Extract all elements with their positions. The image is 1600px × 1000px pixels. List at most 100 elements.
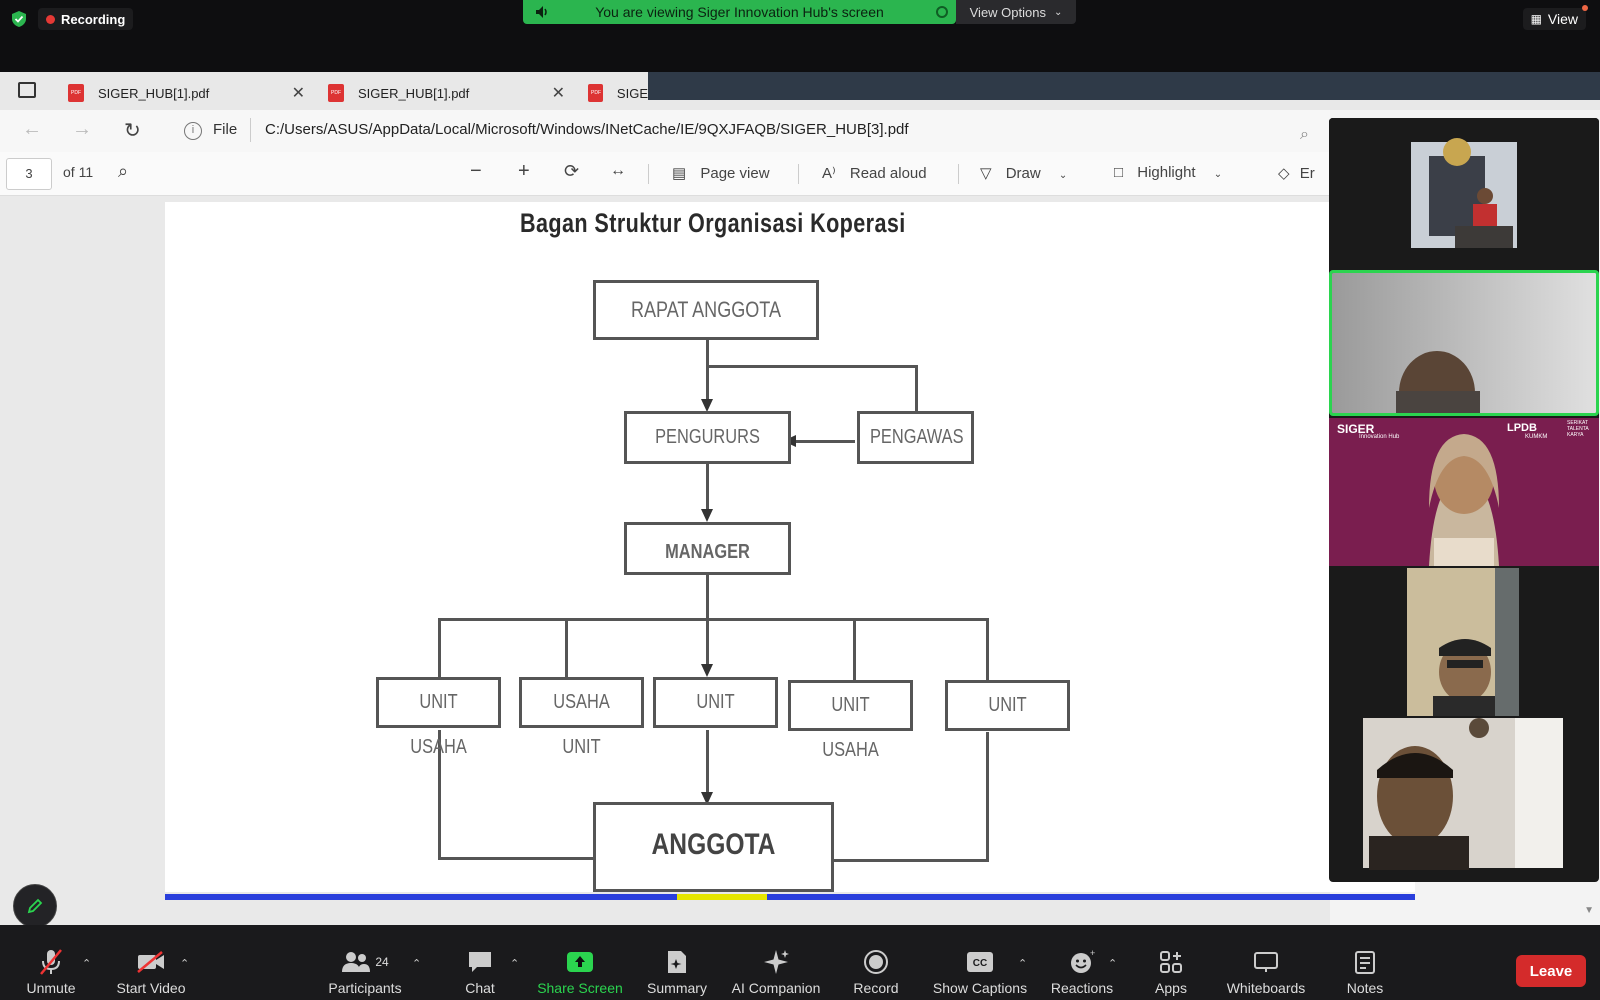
chevron-down-icon[interactable]: ⌄ — [1059, 170, 1067, 181]
whiteboards-button[interactable]: Whiteboards — [1222, 925, 1310, 1000]
view-options-label: View Options — [969, 4, 1046, 20]
video-tile[interactable]: SIGER Innovation Hub LPDB KUMKM SERIKAT … — [1329, 418, 1599, 566]
leave-button[interactable]: Leave — [1516, 955, 1586, 987]
org-box-unit: USAHA UNIT — [519, 677, 644, 758]
highlight-label: Highlight — [1137, 164, 1196, 181]
pdf-file-icon — [588, 84, 604, 102]
chevron-up-icon[interactable]: ⌃ — [510, 957, 519, 970]
org-chart-title: Bagan Struktur Organisasi Koperasi — [520, 208, 906, 238]
participants-button[interactable]: 24 Participants — [324, 925, 406, 1000]
close-tab-icon[interactable]: ✕ — [292, 83, 305, 103]
org-box-label: UNIT — [988, 694, 1027, 716]
chat-bubble-icon — [465, 947, 495, 977]
scroll-down-icon[interactable]: ▼ — [1584, 905, 1594, 916]
org-box-label: USAHA UNIT — [553, 691, 610, 758]
share-screen-label: Share Screen — [537, 980, 623, 996]
record-button[interactable]: Record — [844, 925, 908, 1000]
screen-share-banner: You are viewing Siger Innovation Hub's s… — [523, 0, 956, 24]
org-box-pengawas: PENGAWAS — [857, 411, 974, 464]
browser-tab[interactable]: SIGER_HUB[1].pdf ✕ — [68, 76, 305, 110]
connector-line — [438, 618, 441, 680]
draw-label: Draw — [1005, 165, 1041, 182]
reactions-label: Reactions — [1050, 980, 1114, 996]
close-tab-icon[interactable]: ✕ — [552, 83, 565, 103]
page-view-button[interactable]: ▤ Page view — [672, 164, 770, 182]
search-icon[interactable]: ⌕ — [118, 161, 128, 182]
chevron-up-icon[interactable]: ⌃ — [412, 957, 421, 970]
video-tile[interactable] — [1329, 118, 1599, 268]
share-screen-button[interactable]: Share Screen — [534, 925, 626, 1000]
record-icon — [861, 947, 891, 977]
fit-width-icon[interactable]: ↔ — [610, 162, 626, 180]
view-options-button[interactable]: View Options ⌄ — [956, 0, 1076, 24]
video-tile[interactable] — [1329, 568, 1599, 716]
annotate-button[interactable] — [13, 884, 57, 928]
tab-strip-background — [648, 72, 1600, 100]
pdf-page: Bagan Struktur Organisasi Koperasi RAPAT… — [165, 202, 1415, 892]
zoom-in-icon[interactable]: + — [518, 160, 530, 183]
sidebar-toggle-icon[interactable] — [18, 82, 36, 98]
toolbar-separator — [648, 164, 649, 184]
apps-button[interactable]: Apps — [1146, 925, 1196, 1000]
serikat-logo-text: SERIKAT TALENTA KARYA — [1567, 420, 1589, 438]
grid-view-icon: ▦ — [1530, 12, 1542, 26]
chevron-up-icon[interactable]: ⌃ — [1108, 957, 1117, 970]
ai-companion-button[interactable]: AI Companion — [728, 925, 824, 1000]
participants-count: 24 — [375, 955, 389, 969]
draw-button[interactable]: ▽ Draw ⌄ — [980, 164, 1067, 182]
toolbar-separator — [958, 164, 959, 184]
zoom-out-icon[interactable]: − — [470, 160, 482, 183]
video-tile[interactable] — [1329, 718, 1599, 870]
siger-logo-subtext: Innovation Hub — [1359, 434, 1400, 440]
page-number-input[interactable]: 3 — [6, 158, 52, 190]
zoom-icon[interactable]: ⌕ — [1300, 126, 1309, 144]
org-box-label: MANAGER — [665, 541, 750, 563]
chevron-down-icon[interactable]: ⌄ — [1214, 169, 1222, 180]
site-info-icon[interactable]: i — [184, 122, 202, 140]
forward-arrow-icon[interactable]: → — [72, 118, 92, 141]
unmute-button[interactable]: Unmute — [20, 925, 82, 1000]
rotate-icon[interactable]: ⟳ — [564, 161, 579, 182]
video-tile-active-speaker[interactable] — [1329, 270, 1599, 416]
recording-indicator[interactable]: Recording — [38, 8, 134, 30]
pencil-icon — [27, 898, 43, 914]
page-view-label: Page view — [700, 165, 770, 182]
tab-title: SIGER_HUB[1].pdf — [358, 85, 470, 101]
chevron-up-icon[interactable]: ⌃ — [180, 957, 189, 970]
connector-line — [706, 365, 916, 368]
chevron-up-icon[interactable]: ⌃ — [1018, 957, 1027, 970]
shield-check-icon[interactable] — [10, 10, 28, 28]
notes-icon — [1350, 947, 1380, 977]
refresh-icon[interactable]: ↻ — [124, 118, 141, 143]
summary-button[interactable]: Summary — [640, 925, 714, 1000]
erase-button[interactable]: ◇ Er — [1278, 164, 1315, 182]
chevron-down-icon: ⌄ — [1053, 6, 1063, 18]
chevron-up-icon[interactable]: ⌃ — [82, 957, 91, 970]
arrow-down-icon — [701, 664, 713, 677]
browser-tab[interactable]: SIGE — [588, 76, 648, 110]
show-captions-button[interactable]: CC Show Captions — [930, 925, 1030, 1000]
page-bottom-strip — [165, 894, 1415, 900]
draw-icon: ▽ — [980, 165, 992, 182]
pdf-file-icon — [68, 84, 84, 102]
connector-line — [438, 857, 593, 860]
participant-video — [1329, 118, 1599, 268]
show-captions-label: Show Captions — [932, 980, 1028, 996]
connector-line — [986, 732, 989, 862]
video-panel: SIGER Innovation Hub LPDB KUMKM SERIKAT … — [1329, 118, 1599, 882]
pdf-viewer-area: Bagan Struktur Organisasi Koperasi RAPAT… — [0, 196, 1415, 925]
address-url[interactable]: C:/Users/ASUS/AppData/Local/Microsoft/Wi… — [265, 121, 909, 138]
view-button[interactable]: ▦ View — [1522, 5, 1588, 30]
read-aloud-icon: A⁾ — [822, 165, 836, 182]
notes-button[interactable]: Notes — [1340, 925, 1390, 1000]
recording-label: Recording — [61, 11, 126, 27]
browser-tab[interactable]: SIGER_HUB[1].pdf ✕ — [328, 76, 565, 110]
recording-dot-icon — [46, 14, 55, 24]
back-arrow-icon[interactable]: ← — [22, 118, 42, 141]
org-box-label: UNIT — [696, 691, 735, 713]
highlight-button[interactable]: □ Highlight ⌄ — [1114, 164, 1222, 181]
chat-button[interactable]: Chat — [450, 925, 510, 1000]
read-aloud-button[interactable]: A⁾ Read aloud — [822, 164, 927, 182]
muted-mic-icon — [36, 947, 66, 977]
org-box-unit: UNIT USAHA — [376, 677, 501, 758]
